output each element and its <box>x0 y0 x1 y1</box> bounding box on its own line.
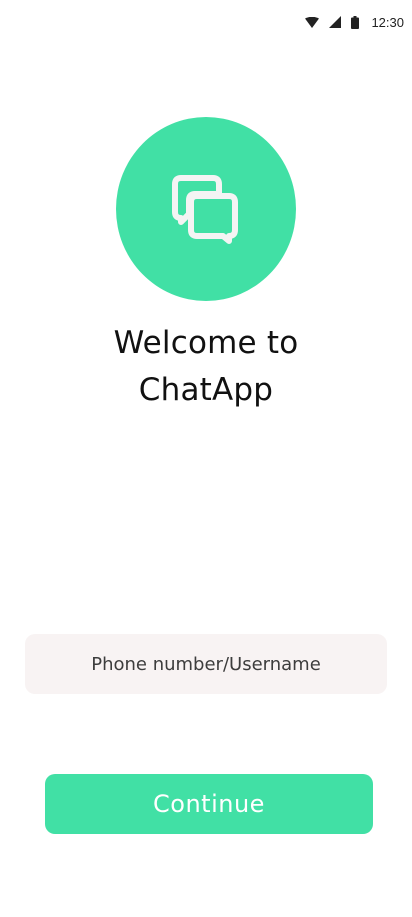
welcome-title-line2: ChatApp <box>138 372 274 408</box>
login-input-container <box>25 634 387 694</box>
phone-username-input[interactable] <box>25 634 387 694</box>
welcome-title-line1: Welcome to <box>113 325 299 361</box>
battery-icon <box>351 15 360 29</box>
login-screen: 12:30 Welcome to ChatApp Continue <box>0 0 412 917</box>
welcome-title: Welcome to ChatApp <box>0 320 412 414</box>
continue-button[interactable]: Continue <box>45 774 373 834</box>
status-bar: 12:30 <box>0 0 412 44</box>
status-icons: 12:30 <box>305 14 404 30</box>
wifi-icon <box>305 16 320 28</box>
status-time: 12:30 <box>371 14 404 30</box>
cellular-signal-icon <box>329 16 342 28</box>
chat-bubbles-icon <box>172 175 238 244</box>
app-logo <box>116 117 296 301</box>
